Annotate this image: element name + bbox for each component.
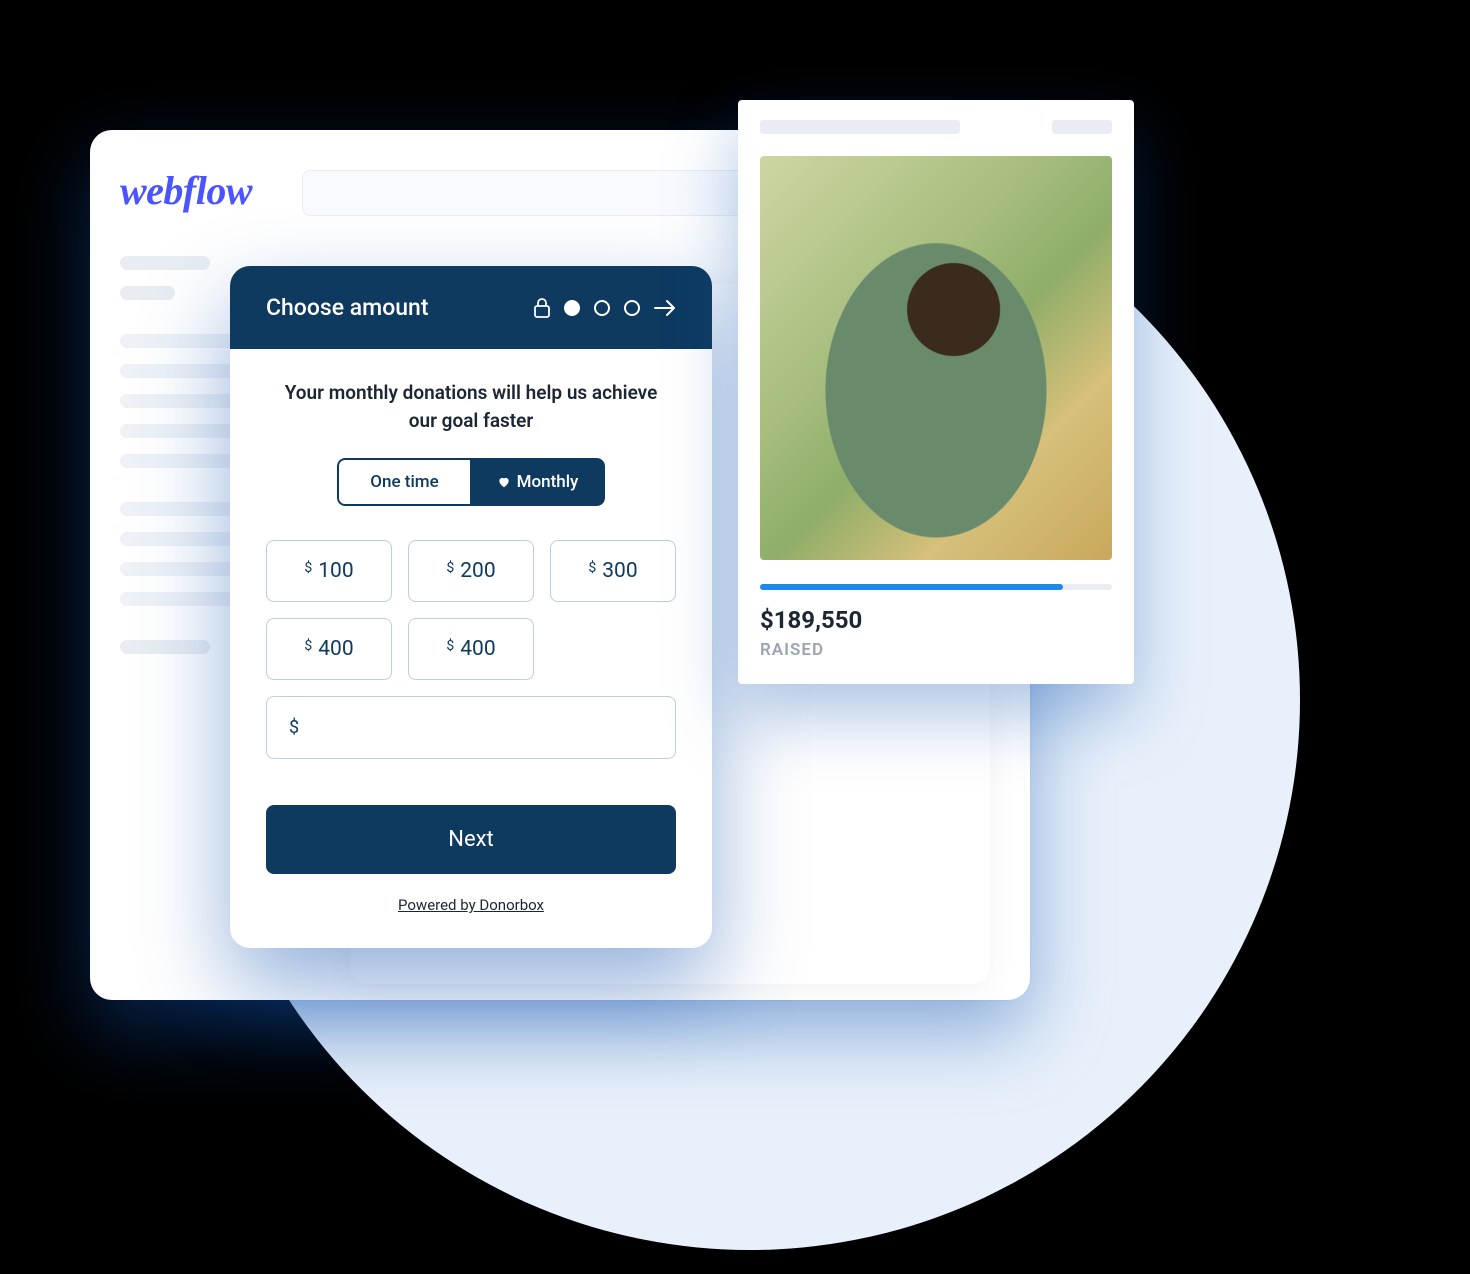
placeholder-line — [760, 120, 960, 134]
step-dot-3 — [624, 300, 640, 316]
sidebar-placeholder — [120, 562, 240, 576]
donation-description: Your monthly donations will help us achi… — [281, 379, 661, 434]
donation-form: Choose amount Your monthly donations wil… — [230, 266, 712, 948]
donation-header: Choose amount — [230, 266, 712, 349]
next-button[interactable]: Next — [266, 805, 676, 874]
fundraiser-header — [760, 120, 1112, 134]
amount-value: 300 — [602, 559, 637, 583]
amount-value: 400 — [460, 637, 495, 661]
sidebar-placeholder — [120, 364, 240, 378]
currency-symbol: $ — [289, 717, 299, 738]
amount-option[interactable]: $400 — [408, 618, 534, 680]
sidebar-placeholder — [120, 334, 240, 348]
frequency-monthly-button[interactable]: Monthly — [470, 458, 605, 506]
donation-body: Your monthly donations will help us achi… — [230, 349, 712, 948]
sidebar-placeholder — [120, 286, 175, 300]
frequency-monthly-label: Monthly — [517, 472, 579, 492]
sidebar-placeholder — [120, 592, 240, 606]
sidebar-placeholder — [120, 256, 210, 270]
raised-amount: $189,550 — [760, 606, 1112, 634]
currency-symbol: $ — [446, 638, 454, 654]
step-indicators — [534, 298, 676, 318]
sidebar-placeholder — [120, 532, 240, 546]
donation-step-title: Choose amount — [266, 294, 510, 321]
raised-label: RAISED — [760, 640, 1112, 660]
amount-value: 400 — [318, 637, 353, 661]
amount-option[interactable]: $400 — [266, 618, 392, 680]
progress-bar — [760, 584, 1112, 590]
arrow-right-icon[interactable] — [654, 299, 676, 317]
fundraiser-photo — [760, 156, 1112, 560]
amount-value: 200 — [460, 559, 495, 583]
currency-symbol: $ — [446, 560, 454, 576]
next-button-label: Next — [448, 827, 493, 852]
step-dot-1 — [564, 300, 580, 316]
step-dot-2 — [594, 300, 610, 316]
sidebar-placeholder — [120, 424, 240, 438]
fundraiser-card: $189,550 RAISED — [738, 100, 1134, 684]
sidebar-placeholder — [120, 640, 210, 654]
amount-option[interactable]: $100 — [266, 540, 392, 602]
amount-value: 100 — [318, 559, 353, 583]
webflow-logo: webflow — [120, 167, 252, 214]
lock-icon — [534, 298, 550, 318]
amount-option[interactable]: $300 — [550, 540, 676, 602]
progress-fill — [760, 584, 1063, 590]
frequency-toggle: One time Monthly — [337, 458, 605, 506]
sidebar-placeholder — [120, 394, 240, 408]
custom-amount-input[interactable]: $ — [266, 696, 676, 759]
currency-symbol: $ — [588, 560, 596, 576]
currency-symbol: $ — [304, 638, 312, 654]
sidebar-placeholder — [120, 454, 240, 468]
frequency-onetime-button[interactable]: One time — [337, 458, 470, 506]
placeholder-line — [1052, 120, 1112, 134]
sidebar-placeholder — [120, 502, 240, 516]
heart-icon — [497, 475, 511, 489]
powered-by-link[interactable]: Powered by Donorbox — [266, 896, 676, 922]
frequency-onetime-label: One time — [370, 472, 438, 492]
currency-symbol: $ — [304, 560, 312, 576]
amount-option[interactable]: $200 — [408, 540, 534, 602]
amount-grid: $100 $200 $300 $400 $400 — [266, 540, 676, 680]
